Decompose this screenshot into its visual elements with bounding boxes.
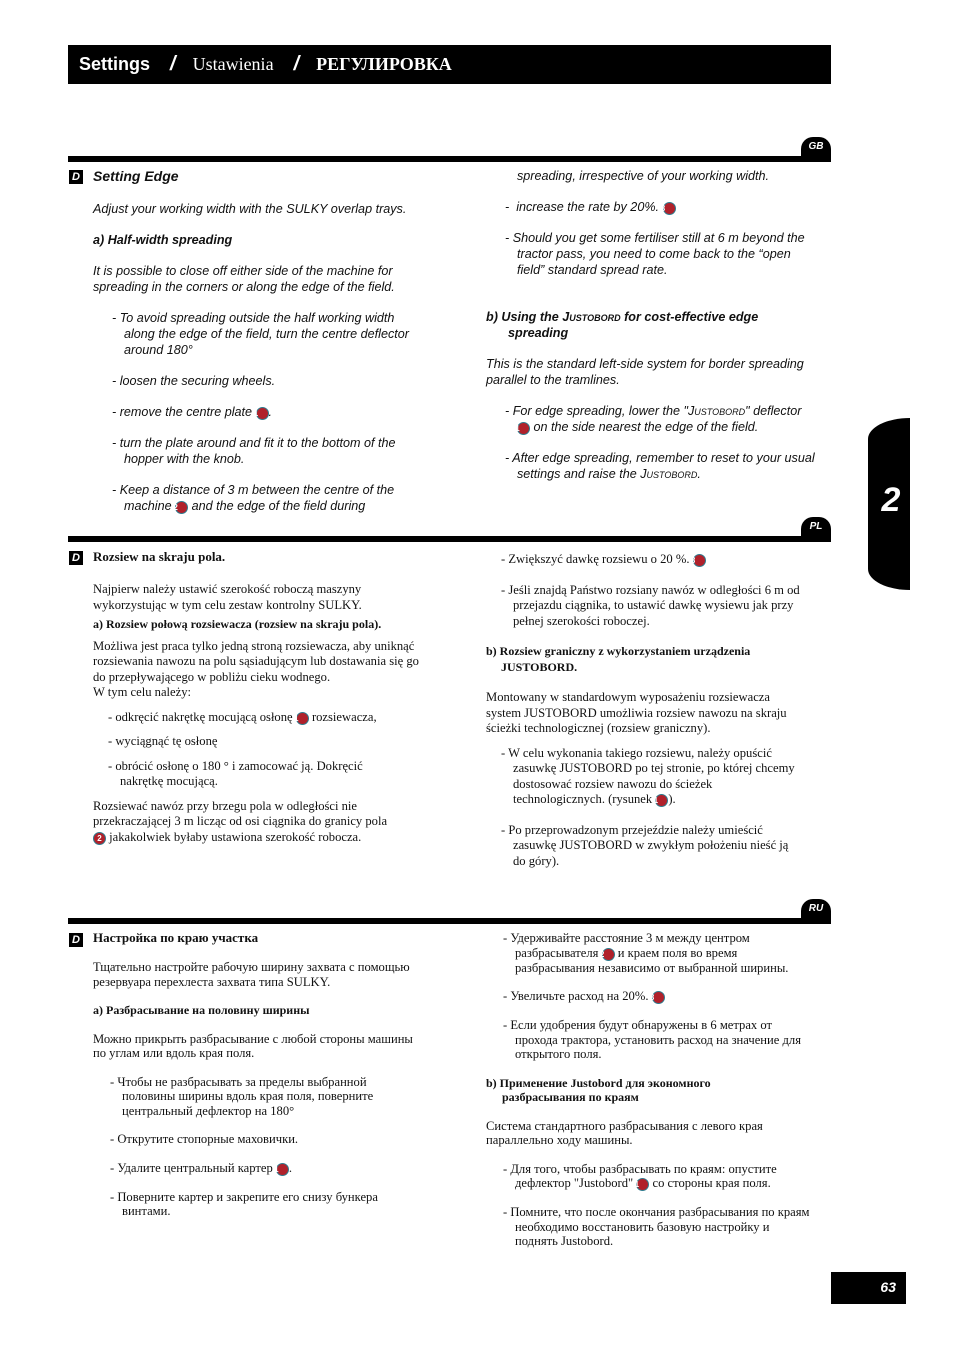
list-item: - loosen the securing wheels. bbox=[112, 374, 276, 388]
header-title-en: Settings bbox=[79, 54, 151, 74]
pl-bullet-list-right: - Zwiększyć dawkę rozsiewu o 20 %. 3 - J… bbox=[501, 552, 816, 629]
header-separator: / bbox=[293, 53, 300, 75]
list-item: - Поверните картер и закрепите его снизу… bbox=[110, 1189, 378, 1219]
callout-1-icon: 1 bbox=[654, 794, 669, 807]
lang-tab-gb: GB bbox=[801, 137, 831, 156]
pl-para-edge: Rozsiewać nawóz przy brzegu pola w odleg… bbox=[93, 798, 388, 845]
pl-right-column: - Zwiększyć dawkę rozsiewu o 20 %. 3 - J… bbox=[486, 552, 816, 869]
list-item: - Чтобы не разбрасывать за пределы выбра… bbox=[110, 1074, 374, 1118]
gb-continued: spreading, irrespective of your working … bbox=[517, 169, 769, 183]
section-divider-ru bbox=[68, 918, 831, 924]
list-item: - turn the plate around and fit it to th… bbox=[112, 436, 396, 466]
list-item: - obrócić osłonę o 180 ° i zamocować ją.… bbox=[108, 758, 363, 789]
callout-3-icon: 3 bbox=[691, 554, 706, 567]
list-item: - After edge spreading, remember to rese… bbox=[505, 451, 815, 481]
list-item: - wyciągnąć tę osłonę bbox=[108, 734, 218, 748]
callout-2-icon: 2 bbox=[600, 947, 615, 961]
header-title-ru: РЕГУЛИРОВКА bbox=[316, 54, 452, 74]
header-separator: / bbox=[170, 53, 176, 75]
pl-para-b: Montowany w standardowym wyposażeniu roz… bbox=[486, 690, 787, 735]
section-divider-gb bbox=[68, 156, 831, 162]
list-item: - Удалите центральный картер 1. bbox=[110, 1160, 293, 1176]
callout-1-icon: 1 bbox=[294, 711, 309, 725]
list-item: - Увеличьте расход на 20%. 3 bbox=[503, 989, 816, 1004]
ru-para-b: Система стандартного разбрасывания с лев… bbox=[486, 1118, 763, 1148]
callout-1-icon: 1 bbox=[635, 1178, 650, 1191]
page-number: 63 bbox=[880, 1279, 896, 1295]
callout-1-icon: 1 bbox=[274, 1162, 289, 1176]
pl-bullet-list: - odkręcić nakrętkę mocującą osłonę 1 ro… bbox=[108, 710, 423, 790]
gb-sub-a: a) Half-width spreading bbox=[93, 233, 233, 247]
list-item: - Keep a distance of 3 m between the cen… bbox=[112, 483, 395, 514]
gb-bullet-list-b: - For edge spreading, lower the "Justobo… bbox=[505, 403, 816, 482]
list-item: - increase the rate by 20%. 3 bbox=[505, 199, 816, 215]
callout-1-icon: 1 bbox=[515, 422, 530, 435]
callout-2-icon: 2 bbox=[173, 501, 189, 514]
lang-tab-ru: RU bbox=[801, 899, 831, 918]
section-title-pl: Rozsiew na skraju pola. bbox=[93, 549, 226, 564]
list-item: - Jeśli znajdą Państwo rozsiany nawóz w … bbox=[501, 582, 800, 628]
header-bar: Settings / Ustawienia / РЕГУЛИРОВКА bbox=[68, 45, 831, 84]
ru-left-column: Тщательно настройте рабочую ширину захва… bbox=[93, 960, 413, 1219]
pl-para-a2: W tym celu należy: bbox=[93, 685, 192, 699]
list-item: - remove the centre plate 1. bbox=[112, 405, 273, 420]
list-item: - W celu wykonania takiego rozsiewu, nal… bbox=[501, 745, 795, 807]
list-item: - Zwiększyć dawkę rozsiewu o 20 %. 3 bbox=[501, 552, 816, 568]
section-d-icon: D bbox=[69, 170, 83, 184]
list-item: - Удерживайте расстояние 3 м между центр… bbox=[503, 931, 789, 975]
gb-left-column: Adjust your working width with the SULKY… bbox=[93, 201, 423, 514]
section-d-icon: D bbox=[69, 933, 83, 947]
pl-para-a: Możliwa jest praca tylko jedną stroną ro… bbox=[93, 638, 419, 684]
gb-intro: Adjust your working width with the SULKY… bbox=[93, 202, 407, 216]
list-item: - To avoid spreading outside the half wo… bbox=[112, 311, 409, 357]
pl-sub-b: b) Rozsiew graniczny z wykorzystaniem ur… bbox=[486, 644, 751, 674]
ru-para-a: Можно прикрыть разбрасывание с любой сто… bbox=[93, 1031, 413, 1061]
gb-right-column: spreading, irrespective of your working … bbox=[486, 168, 816, 482]
ru-bullet-list-right: - Удерживайте расстояние 3 м между центр… bbox=[503, 931, 816, 1062]
gb-para-a: It is possible to close off either side … bbox=[93, 264, 395, 294]
callout-3-icon: 3 bbox=[650, 991, 665, 1004]
pl-bullet-list-b: - W celu wykonania takiego rozsiewu, nal… bbox=[501, 746, 816, 870]
list-item: - Po przeprowadzonym przejeździe należy … bbox=[501, 822, 789, 868]
ru-right-column: - Удерживайте расстояние 3 м между центр… bbox=[486, 931, 816, 1249]
section-title-gb: Setting Edge bbox=[93, 168, 179, 184]
list-item: - Should you get some fertiliser still a… bbox=[505, 231, 805, 277]
gb-sub-b: b) Using the Justobord for cost-effectiv… bbox=[486, 310, 759, 340]
list-item: - Для того, чтобы разбрасывать по краям:… bbox=[503, 1161, 777, 1191]
ru-bullet-list: - Чтобы не разбрасывать за пределы выбра… bbox=[110, 1075, 413, 1219]
ru-sub-b: b) Применение Justobord для экономного р… bbox=[486, 1075, 711, 1105]
list-item: - Если удобрения будут обнаружены в 6 ме… bbox=[503, 1018, 802, 1061]
pl-sub-a: a) Rozsiew połową rozsiewacza (rozsiew n… bbox=[93, 617, 382, 631]
lang-tab-pl: PL bbox=[801, 517, 831, 536]
header-title-pl: Ustawienia bbox=[192, 54, 274, 74]
gb-bullet-list: - To avoid spreading outside the half wo… bbox=[112, 310, 423, 514]
gb-bullet-list-right: - increase the rate by 20%. 3 - Should y… bbox=[505, 199, 816, 278]
list-item: - For edge spreading, lower the "Justobo… bbox=[505, 404, 802, 435]
callout-1-icon: 1 bbox=[254, 407, 269, 420]
section-d-icon: D bbox=[69, 551, 83, 565]
ru-bullet-list-b: - Для того, чтобы разбрасывать по краям:… bbox=[503, 1162, 816, 1249]
chapter-number: 2 bbox=[881, 481, 901, 519]
gb-para-b: This is the standard left-side system fo… bbox=[486, 357, 804, 387]
callout-2-icon: 2 bbox=[93, 831, 106, 845]
list-item: - Помните, что после окончания разбрасыв… bbox=[503, 1205, 810, 1248]
pl-left-column: Najpierw należy ustawić szerokość robocz… bbox=[93, 582, 423, 845]
pl-intro: Najpierw należy ustawić szerokość robocz… bbox=[93, 582, 362, 612]
ru-intro: Тщательно настройте рабочую ширину захва… bbox=[93, 960, 410, 989]
list-item: - Открутите стопорные маховички. bbox=[110, 1132, 299, 1146]
section-title-ru: Настройка по краю участка bbox=[93, 930, 259, 945]
page-number-box: 63 bbox=[831, 1272, 906, 1304]
list-item: - odkręcić nakrętkę mocującą osłonę 1 ro… bbox=[108, 709, 377, 725]
callout-3-icon: 3 bbox=[661, 202, 676, 215]
section-divider-pl bbox=[68, 536, 831, 542]
ru-sub-a: а) Разбрасывание на половину ширины bbox=[93, 1003, 310, 1017]
